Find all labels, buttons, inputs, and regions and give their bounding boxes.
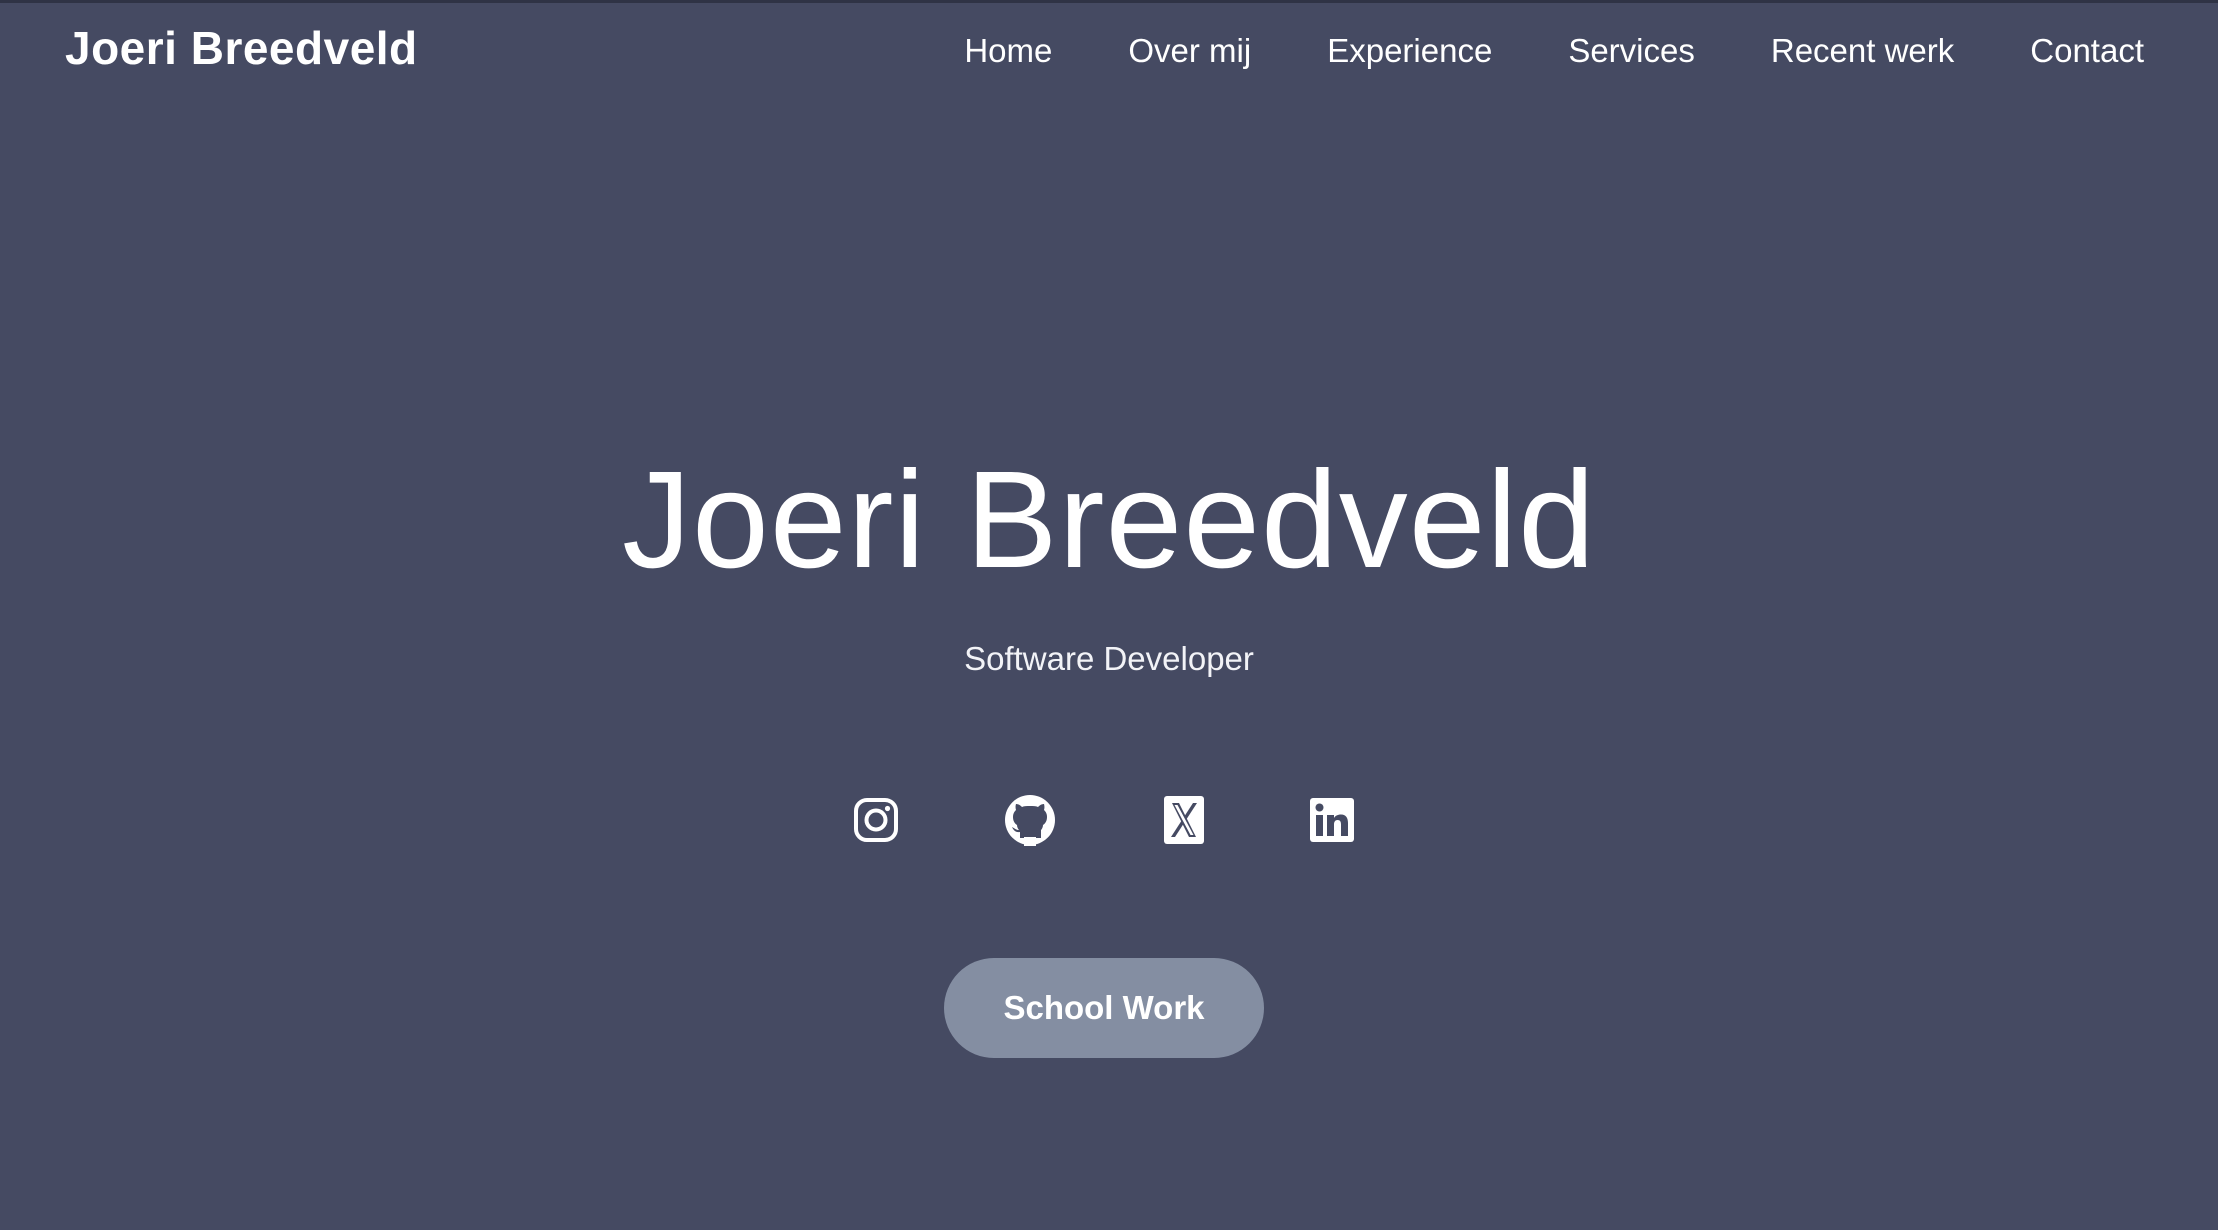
social-links (0, 792, 2218, 848)
hero-section: Joeri Breedveld Software Developer Schoo… (0, 0, 2218, 1230)
instagram-icon (853, 797, 899, 843)
hero-title: Joeri Breedveld (622, 443, 1596, 597)
github-link[interactable] (1002, 792, 1058, 848)
linkedin-link[interactable] (1304, 792, 1360, 848)
x-twitter-link[interactable] (1156, 792, 1212, 848)
instagram-link[interactable] (848, 792, 904, 848)
school-work-button[interactable]: School Work (944, 958, 1264, 1058)
linkedin-icon (1309, 797, 1355, 843)
hero-subtitle: Software Developer (964, 640, 1254, 677)
github-icon (1004, 794, 1056, 846)
x-twitter-icon (1162, 794, 1206, 846)
